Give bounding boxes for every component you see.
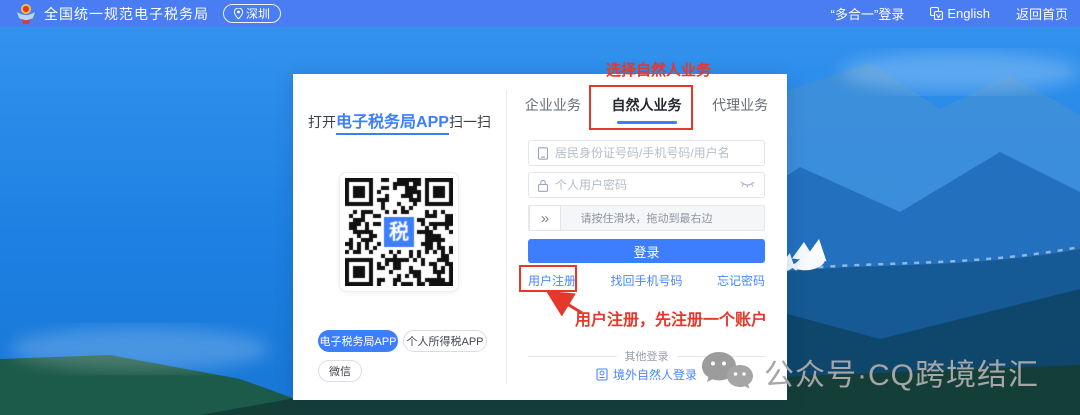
translate-icon: [930, 7, 943, 20]
english-link[interactable]: English: [930, 6, 990, 21]
topbar: 全国统一规范电子税务局 深圳 “多合一”登录 English 返回首页: [0, 0, 1080, 27]
captcha-slider-track[interactable]: 请按住滑块，拖动到最右边 »: [528, 205, 765, 231]
lock-icon: [537, 179, 549, 192]
etax-app-button[interactable]: 电子税务局APP: [318, 330, 398, 352]
location-selector[interactable]: 深圳: [223, 4, 281, 23]
overseas-login-label: 境外自然人登录: [613, 366, 697, 383]
qr-code: [339, 172, 459, 292]
eye-closed-icon: [740, 181, 755, 190]
username-field-wrap: [528, 140, 765, 166]
forgot-password-link[interactable]: 忘记密码: [717, 272, 765, 289]
scan-title: 打开电子税务局APP扫一扫: [293, 108, 506, 132]
tab-enterprise[interactable]: 企业业务: [506, 88, 600, 122]
annotation-tab-highlight-box: [589, 85, 693, 130]
tab-agent[interactable]: 代理业务: [693, 88, 787, 122]
watermark: 公众号·CQ跨境结汇: [700, 350, 1039, 394]
wechat-icon: [700, 350, 754, 394]
login-button[interactable]: 登录: [528, 239, 765, 263]
tax-emblem-icon: [16, 3, 36, 25]
password-input[interactable]: [555, 178, 740, 192]
scan-suffix: 扫一扫: [449, 114, 491, 130]
multi-login-link[interactable]: “多合一”登录: [831, 4, 905, 23]
location-label: 深圳: [246, 5, 270, 22]
double-chevron-icon: »: [541, 210, 549, 227]
panel-divider: [506, 90, 507, 384]
location-pin-icon: [234, 8, 243, 19]
personal-tax-app-button[interactable]: 个人所得税APP: [403, 330, 487, 352]
passport-icon: [596, 368, 608, 381]
annotation-select-tab-note: 选择自然人业务: [606, 59, 711, 80]
recover-phone-link[interactable]: 找回手机号码: [610, 272, 682, 289]
toggle-password-visibility[interactable]: [740, 181, 755, 190]
back-home-link[interactable]: 返回首页: [1016, 4, 1068, 23]
qr-canvas: [345, 178, 453, 286]
scan-prefix: 打开: [308, 114, 336, 130]
english-label: English: [947, 6, 990, 21]
slider-handle[interactable]: »: [529, 205, 561, 231]
password-field-wrap: [528, 172, 765, 198]
app-title: 全国统一规范电子税务局: [44, 4, 209, 24]
annotation-register-note: 用户注册，先注册一个账户: [575, 306, 767, 330]
id-card-icon: [537, 147, 549, 160]
watermark-text: 公众号·CQ跨境结汇: [764, 350, 1039, 394]
annotation-register-highlight-box: [519, 265, 577, 292]
etax-app-link[interactable]: 电子税务局APP: [336, 114, 449, 135]
username-input[interactable]: [555, 146, 764, 160]
slider-hint: 请按住滑块，拖动到最右边: [529, 206, 764, 230]
wechat-button[interactable]: 微信: [318, 360, 362, 382]
